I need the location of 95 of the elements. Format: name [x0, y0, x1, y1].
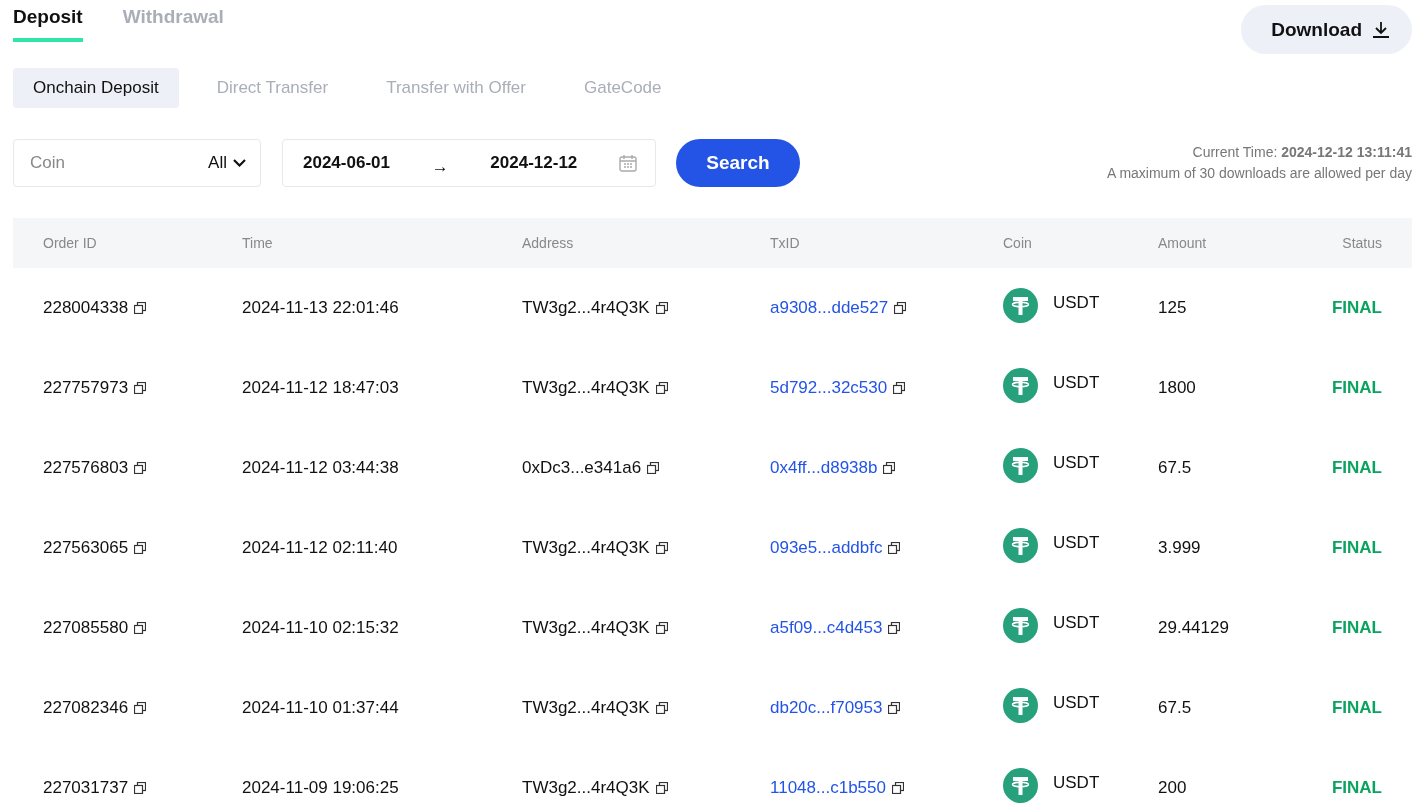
coin-name: USDT: [1053, 533, 1100, 553]
copy-icon[interactable]: [134, 462, 147, 474]
status-label: FINAL: [1331, 538, 1382, 558]
amount-cell-text: 29.44129: [1158, 618, 1230, 638]
address-cell: TW3g2...4r4Q3K: [522, 618, 650, 638]
coin-name: USDT: [1053, 613, 1100, 633]
copy-icon[interactable]: [883, 462, 896, 474]
status-label: FINAL: [1331, 698, 1382, 718]
coin-name: USDT: [1053, 693, 1100, 713]
txid-link[interactable]: 5d792...32c530: [770, 378, 888, 398]
copy-icon[interactable]: [655, 542, 668, 554]
order-id: 227576803: [43, 458, 129, 478]
coin-select[interactable]: Coin All: [13, 139, 261, 187]
copy-icon[interactable]: [888, 702, 901, 714]
amount-cell-text: 200: [1158, 778, 1188, 798]
coin-logo-icon: [1003, 287, 1038, 323]
address-cell: TW3g2...4r4Q3K: [522, 698, 650, 718]
copy-icon[interactable]: [894, 302, 907, 314]
time-cell-text: 2024-11-13 22:01:46: [242, 298, 400, 318]
copy-icon[interactable]: [134, 622, 147, 634]
tab[interactable]: Deposit: [13, 0, 83, 42]
txid-link[interactable]: 0x4ff...d8938b: [770, 458, 878, 478]
search-button[interactable]: Search: [676, 139, 800, 187]
column-header: Address: [522, 235, 575, 251]
coin-name: USDT: [1053, 293, 1100, 313]
current-time-text: Current Time: 2024-12-12 13:11:41: [1191, 143, 1412, 162]
copy-icon[interactable]: [134, 542, 147, 554]
coin-logo-icon: [1003, 687, 1038, 723]
copy-icon[interactable]: [134, 382, 147, 394]
status-label: FINAL: [1331, 298, 1382, 318]
download-icon: [1372, 20, 1390, 39]
download-limit-text: A maximum of 30 downloads are allowed per day: [1106, 164, 1412, 183]
coin-logo-icon: [1003, 527, 1038, 563]
copy-icon[interactable]: [647, 462, 660, 474]
copy-icon[interactable]: [655, 622, 668, 634]
txid-link[interactable]: a5f09...c4d453: [770, 618, 883, 638]
coin-name: USDT: [1053, 373, 1100, 393]
txid-link[interactable]: 093e5...addbfc: [770, 538, 883, 558]
coin-logo-icon: [1003, 447, 1038, 483]
order-id: 228004338: [43, 298, 129, 318]
copy-icon[interactable]: [655, 702, 668, 714]
copy-icon[interactable]: [134, 702, 147, 714]
download-button[interactable]: Download: [1241, 5, 1412, 54]
chevron-down-icon: [233, 159, 246, 167]
copy-icon[interactable]: [655, 302, 668, 314]
date-range-field[interactable]: 2024-06-01 → 2024-12-12: [282, 139, 656, 187]
coin-name: USDT: [1053, 773, 1100, 793]
coin-name: USDT: [1053, 453, 1100, 473]
copy-icon[interactable]: [893, 382, 906, 394]
status-label: FINAL: [1331, 378, 1382, 398]
address-cell: TW3g2...4r4Q3K: [522, 298, 650, 318]
time-cell-text: 2024-11-12 18:47:03: [242, 378, 400, 398]
status-label: FINAL: [1331, 458, 1382, 478]
time-cell-text: 2024-11-10 02:15:32: [242, 618, 400, 638]
address-cell: TW3g2...4r4Q3K: [522, 538, 650, 558]
status-label: FINAL: [1331, 778, 1382, 798]
copy-icon[interactable]: [888, 622, 901, 634]
sub-tab[interactable]: Onchain Deposit: [13, 68, 179, 108]
copy-icon[interactable]: [655, 382, 668, 394]
coin-value[interactable]: All: [208, 153, 246, 173]
column-header: Amount: [1158, 235, 1208, 251]
time-cell-text: 2024-11-12 02:11:40: [242, 538, 399, 558]
copy-icon[interactable]: [888, 542, 901, 554]
status-label: FINAL: [1331, 618, 1382, 638]
order-id: 227757973: [43, 378, 129, 398]
txid-link[interactable]: a9308...dde527: [770, 298, 889, 318]
amount-cell-text: 125: [1158, 298, 1188, 318]
column-header: Order ID: [43, 235, 98, 251]
order-id: 227085580: [43, 618, 129, 638]
address-cell: TW3g2...4r4Q3K: [522, 378, 650, 398]
coin-logo-icon: [1003, 607, 1038, 643]
time-cell-text: 2024-11-10 01:37:44: [242, 698, 400, 718]
copy-icon[interactable]: [134, 782, 147, 794]
address-cell: TW3g2...4r4Q3K: [522, 778, 650, 798]
txid-link[interactable]: db20c...f70953: [770, 698, 883, 718]
amount-cell-text: 3.999: [1158, 538, 1202, 558]
time-cell-text: 2024-11-09 19:06:25: [242, 778, 400, 798]
copy-icon[interactable]: [134, 302, 147, 314]
amount-cell-text: 1800: [1158, 378, 1197, 398]
column-header: Status: [1342, 235, 1382, 251]
copy-icon[interactable]: [655, 782, 668, 794]
column-header: Coin: [1003, 235, 1033, 251]
order-id: 227563065: [43, 538, 129, 558]
copy-icon[interactable]: [891, 782, 904, 794]
order-id: 227082346: [43, 698, 129, 718]
time-cell-text: 2024-11-12 03:44:38: [242, 458, 400, 478]
order-id: 227031737: [43, 778, 129, 798]
amount-cell-text: 67.5: [1158, 458, 1193, 478]
coin-logo-icon: [1003, 367, 1038, 403]
calendar-icon: [619, 154, 637, 172]
txid-link[interactable]: 11048...c1b550: [770, 778, 886, 798]
address-cell: 0xDc3...e341a6: [522, 458, 642, 478]
amount-cell-text: 67.5: [1158, 698, 1193, 718]
column-header: TxID: [770, 235, 801, 251]
column-header: Time: [242, 235, 274, 251]
